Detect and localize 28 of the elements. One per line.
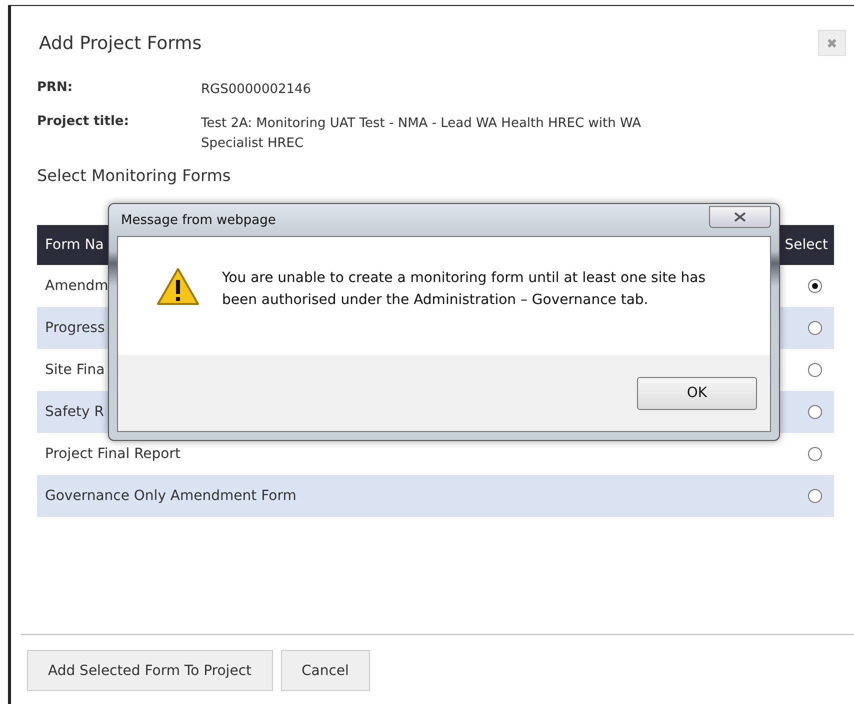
close-icon — [734, 212, 746, 222]
dialog-button[interactable]: Cancel — [280, 650, 370, 691]
ok-button[interactable]: OK — [637, 376, 757, 410]
column-header: Select — [784, 237, 828, 253]
form-name: Project Final Report — [45, 446, 180, 462]
field-value: RGS0000002146 — [201, 81, 312, 99]
form-name: Progress — [45, 320, 105, 336]
close-button[interactable] — [709, 206, 771, 228]
radio-button[interactable] — [808, 279, 822, 293]
form-name: Governance Only Amendment Form — [45, 488, 296, 504]
column-header: Form Na — [45, 237, 104, 253]
radio-button[interactable] — [808, 321, 822, 335]
field-value: Test 2A: Monitoring UAT Test - NMA - Lead WA Health HREC with WA Specialist HREC — [201, 115, 642, 153]
field-label: PRN: — [37, 80, 74, 97]
dialog-button[interactable]: Add Selected Form To Project — [27, 650, 272, 691]
form-name: Site Fina — [45, 362, 105, 378]
radio-button[interactable] — [808, 489, 822, 503]
message-box-title: Message from webpage — [120, 212, 276, 228]
radio-button[interactable] — [808, 363, 822, 377]
message-text: You are unable to create a monitoring form until at least one site has been authorised under the Administration – Governance tab. — [222, 269, 707, 310]
radio-button[interactable] — [808, 405, 822, 419]
radio-button[interactable] — [808, 447, 822, 461]
form-name: Safety R — [45, 404, 104, 420]
form-name: Amendm — [45, 278, 108, 294]
warning-icon — [156, 267, 200, 307]
dialog-title: Add Project Forms — [39, 32, 202, 54]
field-label: Project title: — [37, 114, 130, 131]
section-title: Select Monitoring Forms — [36, 165, 232, 185]
